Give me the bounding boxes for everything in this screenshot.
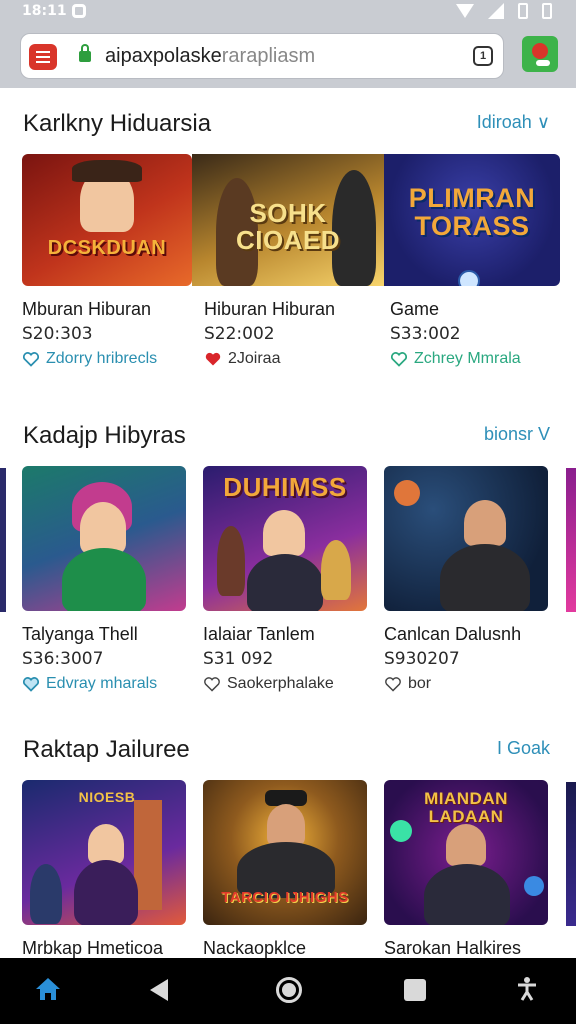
card-meta[interactable]: 2Joiraa [204,350,280,368]
section-link[interactable]: bionsr V [484,424,550,445]
section-title: Karlkny Hiduarsia [23,110,212,137]
card-meta-text: Edvray mharals [46,675,158,692]
wifi-icon [456,4,474,18]
tab-switcher-button[interactable]: 1 [473,46,493,66]
card-price: S31 092 [203,649,274,669]
game-thumbnail[interactable]: DUHIMSS [203,466,367,611]
card-meta[interactable]: Zchrey Mmrala [390,350,521,368]
game-thumbnail[interactable]: NIOESB [22,780,186,925]
section-title: Raktap Jailuree [23,736,190,763]
card-price: S36:3007 [22,649,104,669]
card-name: Ialaiar Tanlem [203,624,315,644]
back-icon[interactable] [150,979,168,1001]
thumbnail-title: MIANDAN LADAAN [424,789,508,826]
home-icon[interactable] [34,976,62,1002]
status-icons [456,3,552,19]
card-name: Sarokan Halkires [384,938,522,958]
url-text[interactable]: aipaxpolaskerarapliasm [105,45,315,68]
card-name: Mrbkap Hmeticoa [22,938,164,958]
gear-icon [72,4,86,18]
section-2: Kadajp Hibyras bionsr V Talyanga Thell S… [0,412,576,712]
section-3: Raktap Jailuree I Goak NIOESB Mrbkap Hme… [0,726,576,958]
card-name: Nackaopklce [203,938,307,958]
heart-outline-icon[interactable] [384,676,402,692]
card-name: Game [390,299,440,319]
thumbnail-title: SOHK CIOAED [235,198,341,256]
card-name: Talyanga Thell [22,624,138,644]
card-meta-text: 2Joiraa [228,350,281,367]
card-name: Mburan Hiburan [22,299,152,319]
battery-icon [518,3,528,19]
game-thumbnail[interactable]: TARCIO IJHIGHS [203,780,367,925]
card-meta-text: Saokerphalake [227,675,334,692]
game-thumbnail[interactable]: PLIMRAN TORASS [384,154,560,286]
card-meta[interactable]: Zdorry hribrecls [22,350,157,368]
card-meta[interactable]: bor [384,675,431,693]
offscreen-card-edge [566,468,576,612]
card-price: S33:002 [390,324,461,344]
status-time: 18:11 [22,3,67,19]
heart-outline-icon[interactable] [22,351,40,367]
battery-icon [542,3,552,19]
game-thumbnail[interactable] [384,466,548,611]
address-bar[interactable]: aipaxpolaskerarapliasm 1 [20,33,504,79]
section-link[interactable]: I Goak [497,738,550,759]
section-link[interactable]: Idiroah ∨ [477,112,550,133]
accessibility-icon[interactable] [514,976,540,1002]
thumbnail-title: NIOESB [78,789,136,805]
home-circle-icon[interactable] [276,977,302,1003]
card-price: S22:002 [204,324,275,344]
url-main: aipaxpolaske [105,45,222,67]
card-meta[interactable]: Edvray mharals [22,675,157,693]
menu-icon[interactable] [29,44,57,70]
thumbnail-title: DUHIMSS [223,472,347,502]
card-name: Canlcan Dalusnh [384,624,522,644]
card-name: Hiburan Hiburan [204,299,336,319]
game-thumbnail[interactable]: MIANDAN LADAAN [384,780,548,925]
thumbnail-title: PLIMRAN TORASS [408,183,536,242]
card-price: S930207 [384,649,460,669]
card-price: S20:303 [22,324,93,344]
section-title: Kadajp Hibyras [23,422,186,449]
lock-icon [79,44,91,62]
game-thumbnail[interactable]: DCSKDUAN [22,154,192,286]
card-meta-text: Zchrey Mmrala [414,350,521,367]
thumbnail-title: TARCIO IJHIGHS [221,889,349,906]
card-meta[interactable]: Saokerphalake [203,675,334,693]
extension-icon[interactable] [522,36,558,72]
thumbnail-title: DCSKDUAN [47,237,167,259]
heart-outline-icon[interactable] [390,351,408,367]
card-meta-text: bor [408,675,432,692]
section-1: Karlkny Hiduarsia Idiroah ∨ DCSKDUAN Mbu… [0,100,576,400]
system-nav-bar [0,958,576,1024]
status-bar: 18:11 [0,0,576,24]
heart-filled-icon[interactable] [204,351,222,367]
browser-toolbar: aipaxpolaskerarapliasm 1 [0,24,576,88]
signal-icon [488,3,504,19]
url-dim: rarapliasm [221,45,316,67]
heart-outline-icon[interactable] [22,676,40,692]
card-meta-text: Zdorry hribrecls [46,350,158,367]
game-thumbnail[interactable]: SOHK CIOAED [192,154,384,286]
offscreen-card-edge [0,468,6,612]
offscreen-card-edge [566,782,576,926]
recents-icon[interactable] [404,979,426,1001]
game-thumbnail[interactable] [22,466,186,611]
heart-outline-icon[interactable] [203,676,221,692]
